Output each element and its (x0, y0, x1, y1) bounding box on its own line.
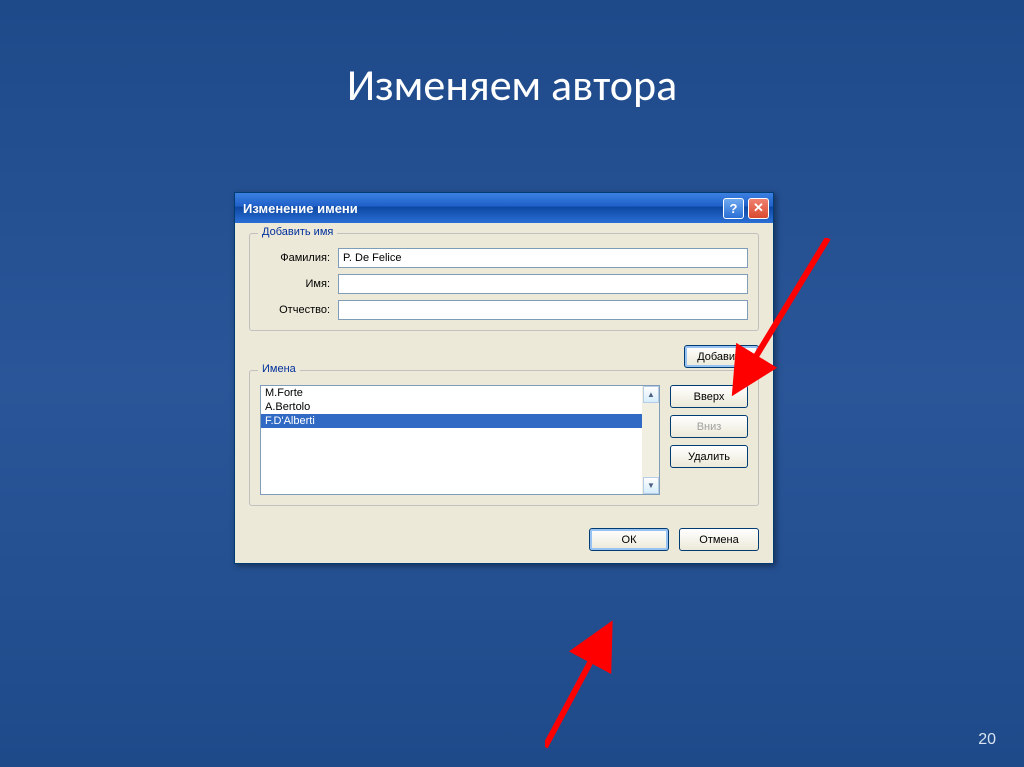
move-down-button[interactable]: Вниз (670, 415, 748, 438)
close-button[interactable]: ✕ (748, 198, 769, 219)
add-button[interactable]: Добавить (684, 345, 759, 368)
scroll-down-button[interactable]: ▼ (643, 477, 659, 494)
list-item[interactable]: A.Bertolo (261, 400, 642, 414)
delete-button[interactable]: Удалить (670, 445, 748, 468)
list-item[interactable]: M.Forte (261, 386, 642, 400)
row-firstname: Имя: (260, 274, 748, 294)
names-listbox[interactable]: M.ForteA.BertoloF.D'Alberti ▲ ▼ (260, 385, 660, 495)
scroll-up-button[interactable]: ▲ (643, 386, 659, 403)
annotation-arrow-ok (545, 617, 675, 757)
add-name-group: Добавить имя Фамилия: Имя: Отчество: (249, 233, 759, 331)
add-button-row: Добавить (249, 341, 759, 370)
input-lastname[interactable] (338, 248, 748, 268)
edit-name-dialog: Изменение имени ? ✕ Добавить имя Фамилия… (234, 192, 774, 564)
dialog-body: Добавить имя Фамилия: Имя: Отчество: Доб… (235, 223, 773, 563)
listbox-scrollbar[interactable]: ▲ ▼ (642, 386, 659, 494)
chevron-down-icon: ▼ (647, 481, 655, 490)
ok-button[interactable]: ОК (589, 528, 669, 551)
label-firstname: Имя: (260, 278, 338, 290)
help-button[interactable]: ? (723, 198, 744, 219)
names-legend: Имена (258, 363, 300, 375)
input-firstname[interactable] (338, 274, 748, 294)
help-icon: ? (730, 201, 738, 216)
chevron-up-icon: ▲ (647, 390, 655, 399)
cancel-button[interactable]: Отмена (679, 528, 759, 551)
slide-title: Изменяем автора (0, 58, 1024, 112)
add-name-legend: Добавить имя (258, 226, 337, 238)
label-middlename: Отчество: (260, 304, 338, 316)
move-up-button[interactable]: Вверх (670, 385, 748, 408)
close-icon: ✕ (753, 200, 764, 216)
titlebar-text: Изменение имени (243, 201, 719, 216)
row-lastname: Фамилия: (260, 248, 748, 268)
slide-page-number: 20 (978, 731, 996, 749)
list-item[interactable]: F.D'Alberti (261, 414, 642, 428)
titlebar[interactable]: Изменение имени ? ✕ (235, 193, 773, 223)
label-lastname: Фамилия: (260, 252, 338, 264)
input-middlename[interactable] (338, 300, 748, 320)
row-middlename: Отчество: (260, 300, 748, 320)
footer-buttons: ОК Отмена (249, 516, 759, 551)
names-group: Имена M.ForteA.BertoloF.D'Alberti ▲ ▼ Вв… (249, 370, 759, 506)
